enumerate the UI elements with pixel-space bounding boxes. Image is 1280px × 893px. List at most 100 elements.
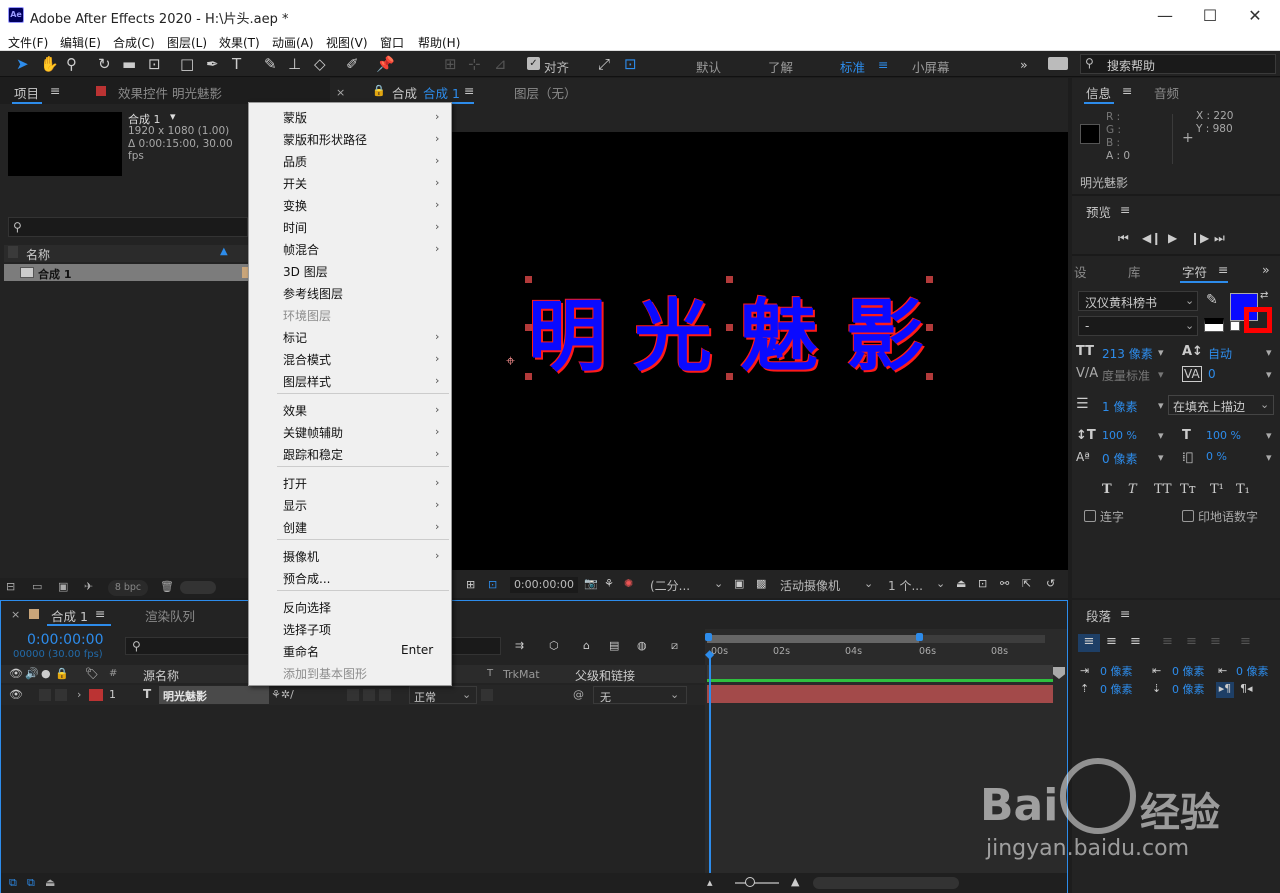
- context-menu-item[interactable]: 时间: [283, 219, 307, 236]
- context-menu-item[interactable]: 重命名: [283, 643, 319, 660]
- layer-switches-icon[interactable]: ⚘✲/: [271, 688, 294, 701]
- column-source-name[interactable]: 源名称: [143, 667, 179, 684]
- kerning-value[interactable]: 度量标准: [1102, 367, 1150, 384]
- panel-menu-icon[interactable]: ≡: [464, 83, 474, 98]
- new-composition-icon[interactable]: ▣: [58, 580, 68, 593]
- grid-overlay-icon[interactable]: ⊞: [466, 578, 475, 591]
- camera-tool-icon[interactable]: ▬: [122, 55, 136, 73]
- chevron-down-icon[interactable]: ⌄: [936, 577, 945, 590]
- label-tag-icon[interactable]: 🏷: [85, 667, 99, 680]
- workspace-standard[interactable]: 标准: [840, 57, 865, 76]
- sort-ascending-icon[interactable]: ▲: [220, 246, 228, 257]
- transform-handle[interactable]: [525, 276, 532, 283]
- flowchart-icon[interactable]: ⚯: [1000, 577, 1009, 590]
- parent-select[interactable]: 无 ⌄: [593, 686, 687, 704]
- comp-end-marker-icon[interactable]: [1053, 667, 1065, 679]
- context-menu-item[interactable]: 开关: [283, 175, 307, 192]
- white-fill-swatch[interactable]: [1230, 321, 1240, 331]
- eyedropper-icon[interactable]: ✎: [1206, 292, 1218, 308]
- swap-colors-icon[interactable]: ⇄: [1260, 290, 1268, 301]
- timeline-link-icon[interactable]: ⊡: [978, 577, 987, 590]
- local-axis-icon[interactable]: ⊞: [444, 55, 457, 73]
- workspace-learn[interactable]: 了解: [768, 57, 793, 76]
- in-out-toggle-icon[interactable]: ⏏: [45, 876, 55, 889]
- transparency-grid-icon[interactable]: ▩: [756, 577, 766, 590]
- vertical-scale-value[interactable]: 100 %: [1102, 429, 1137, 442]
- column-trkmat[interactable]: TrkMat: [503, 668, 540, 681]
- menu-composition[interactable]: 合成(C): [113, 34, 155, 51]
- align-right-icon[interactable]: ≡: [1130, 634, 1141, 649]
- horizontal-scale-value[interactable]: 100 %: [1206, 429, 1241, 442]
- menu-window[interactable]: 窗口: [380, 34, 404, 51]
- panel-menu-icon[interactable]: ≡: [1120, 606, 1130, 621]
- tab-info[interactable]: 信息: [1086, 83, 1111, 102]
- close-icon[interactable]: ✕: [1240, 6, 1270, 25]
- tracking-value[interactable]: 0: [1208, 367, 1216, 381]
- faux-bold-button[interactable]: T: [1102, 482, 1112, 497]
- draft-3d-icon[interactable]: ⬡: [549, 639, 559, 652]
- maximize-icon[interactable]: ☐: [1195, 6, 1225, 25]
- tab-effect-controls[interactable]: 效果控件 明光魅影: [118, 83, 222, 102]
- zoom-tool-icon[interactable]: ⚲: [66, 55, 77, 73]
- work-area-end-handle[interactable]: [916, 633, 923, 641]
- transfer-controls-toggle-icon[interactable]: ⧉: [27, 876, 35, 890]
- stroke-color-swatch[interactable]: [1244, 307, 1272, 333]
- work-area-bar[interactable]: [707, 635, 1045, 643]
- current-time-display[interactable]: 0:00:00:00: [510, 577, 578, 593]
- resolution-dropdown[interactable]: (二分...: [650, 577, 690, 594]
- chevron-down-icon[interactable]: ▾: [1158, 346, 1164, 359]
- first-frame-icon[interactable]: ⏮: [1118, 231, 1129, 246]
- video-toggle-icon[interactable]: 👁: [9, 667, 23, 680]
- chevron-down-icon[interactable]: ▾: [1158, 368, 1164, 381]
- solo-toggle-icon[interactable]: ●: [41, 667, 51, 680]
- panel-menu-icon[interactable]: ≡: [1122, 83, 1132, 98]
- layer-switches-toggle-icon[interactable]: ⧉: [9, 876, 17, 890]
- menu-file[interactable]: 文件(F): [8, 34, 48, 51]
- pen-tool-icon[interactable]: ✒: [206, 55, 219, 73]
- fast-previews-icon[interactable]: ▣: [734, 577, 744, 590]
- context-menu-item[interactable]: 3D 图层: [283, 263, 328, 280]
- context-menu-item[interactable]: 变换: [283, 197, 307, 214]
- toggle-view-icon[interactable]: ⏏: [956, 577, 966, 590]
- roto-brush-tool-icon[interactable]: ✐: [346, 55, 359, 73]
- tab-effects-presets[interactable]: 设: [1074, 262, 1087, 281]
- panel-menu-icon[interactable]: ≡: [1218, 262, 1228, 277]
- align-left-icon[interactable]: ≡: [1078, 634, 1100, 652]
- font-family-select[interactable]: 汉仪黄科榜书 ⌄: [1078, 291, 1198, 311]
- comp-flowchart-icon[interactable]: ⇉: [515, 639, 524, 652]
- chevron-down-icon[interactable]: ▾: [1266, 346, 1272, 359]
- context-menu-item[interactable]: 标记: [283, 329, 307, 346]
- leading-value[interactable]: 自动: [1208, 345, 1232, 362]
- snap-grid-icon[interactable]: ⊡: [624, 55, 637, 73]
- context-menu-item[interactable]: 预合成...: [283, 570, 330, 587]
- tsume-value[interactable]: 0 %: [1206, 450, 1227, 463]
- stroke-width-value[interactable]: 1 像素: [1102, 398, 1137, 415]
- tab-timeline-comp[interactable]: 合成 1: [51, 606, 88, 625]
- camera-dropdown[interactable]: 活动摄像机: [780, 577, 840, 594]
- context-menu-item[interactable]: 显示: [283, 497, 307, 514]
- rectangle-tool-icon[interactable]: □: [180, 55, 194, 73]
- workspace-default[interactable]: 默认: [696, 57, 721, 76]
- transform-handle[interactable]: [926, 276, 933, 283]
- context-menu-item[interactable]: 创建: [283, 519, 307, 536]
- help-search-box[interactable]: ⚲ 搜索帮助: [1080, 54, 1276, 74]
- context-menu-item[interactable]: 关键帧辅助: [283, 424, 343, 441]
- sync-settings-icon[interactable]: [1048, 57, 1068, 70]
- menu-effect[interactable]: 效果(T): [219, 34, 260, 51]
- chevron-down-icon[interactable]: ▾: [1266, 451, 1272, 464]
- zoom-out-icon[interactable]: ▴: [707, 876, 713, 889]
- tab-composition[interactable]: 合成: [392, 83, 417, 102]
- rotate-tool-icon[interactable]: ↻: [98, 55, 111, 73]
- work-area-start-handle[interactable]: [705, 633, 712, 641]
- panel-menu-icon[interactable]: ≡: [95, 606, 105, 621]
- context-menu-item[interactable]: 摄像机: [283, 548, 319, 565]
- clone-stamp-tool-icon[interactable]: ⊥: [288, 55, 301, 73]
- zoom-in-icon[interactable]: ▲: [791, 875, 799, 888]
- chevron-down-icon[interactable]: ⌄: [864, 577, 873, 590]
- all-caps-button[interactable]: TT: [1154, 482, 1172, 497]
- context-menu-item[interactable]: 参考线图层: [283, 285, 343, 302]
- faux-italic-button[interactable]: T: [1128, 482, 1137, 497]
- timeline-layer-row[interactable]: 👁 › 1 T 明光魅影 ⚘✲/ 正常 ⌄ @ 无 ⌄: [1, 685, 705, 705]
- rtl-direction-icon[interactable]: ¶◂: [1240, 682, 1253, 695]
- timeline-scrollbar[interactable]: [813, 877, 959, 889]
